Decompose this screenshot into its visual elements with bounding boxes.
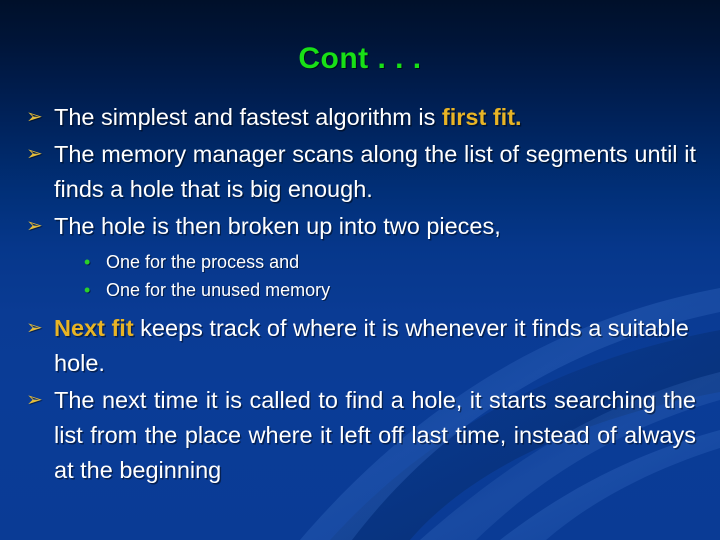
sub-bullet-group: • One for the process and • One for the un… xyxy=(24,250,696,303)
arrow-bullet-icon: ➢ xyxy=(26,389,43,411)
bullet-4-highlight: Next fit xyxy=(54,315,134,341)
slide-body: ➢ The simplest and fastest algorithm is f… xyxy=(24,100,696,490)
bullet-4-text: keeps track of where it is whenever it f… xyxy=(54,315,689,376)
sub-bullet-2-text: One for the unused memory xyxy=(106,280,331,300)
presentation-slide: Cont . . . ➢ The simplest and fastest alg… xyxy=(0,0,720,540)
arrow-bullet-icon: ➢ xyxy=(26,143,43,165)
dot-bullet-icon: • xyxy=(84,280,91,300)
arrow-bullet-icon: ➢ xyxy=(26,215,43,237)
slide-title: Cont . . . xyxy=(298,42,422,75)
bullet-item-2: ➢ The memory manager scans along the list… xyxy=(24,137,696,207)
sub-bullet-1-text: One for the process and xyxy=(106,252,300,272)
sub-bullet-item-2: • One for the unused memory xyxy=(24,278,696,303)
bullet-3-text: The hole is then broken up into two piec… xyxy=(54,213,501,239)
bullet-item-5: ➢ The next time it is called to find a ho… xyxy=(24,383,696,488)
dot-bullet-icon: • xyxy=(84,252,91,272)
arrow-bullet-icon: ➢ xyxy=(26,317,43,339)
bullet-item-3: ➢ The hole is then broken up into two pie… xyxy=(24,209,696,244)
bullet-item-4: ➢ Next fit keeps track of where it is whe… xyxy=(24,311,696,381)
bullet-item-1: ➢ The simplest and fastest algorithm is f… xyxy=(24,100,696,135)
arrow-bullet-icon: ➢ xyxy=(26,106,43,128)
bullet-1-text: The simplest and fastest algorithm is xyxy=(54,104,442,130)
bullet-1-highlight: first fit. xyxy=(441,104,522,130)
bullet-5-text: The next time it is called to find a hol… xyxy=(54,387,696,483)
sub-bullet-item-1: • One for the process and xyxy=(24,250,696,275)
bullet-2-text: The memory manager scans along the list … xyxy=(54,141,696,202)
